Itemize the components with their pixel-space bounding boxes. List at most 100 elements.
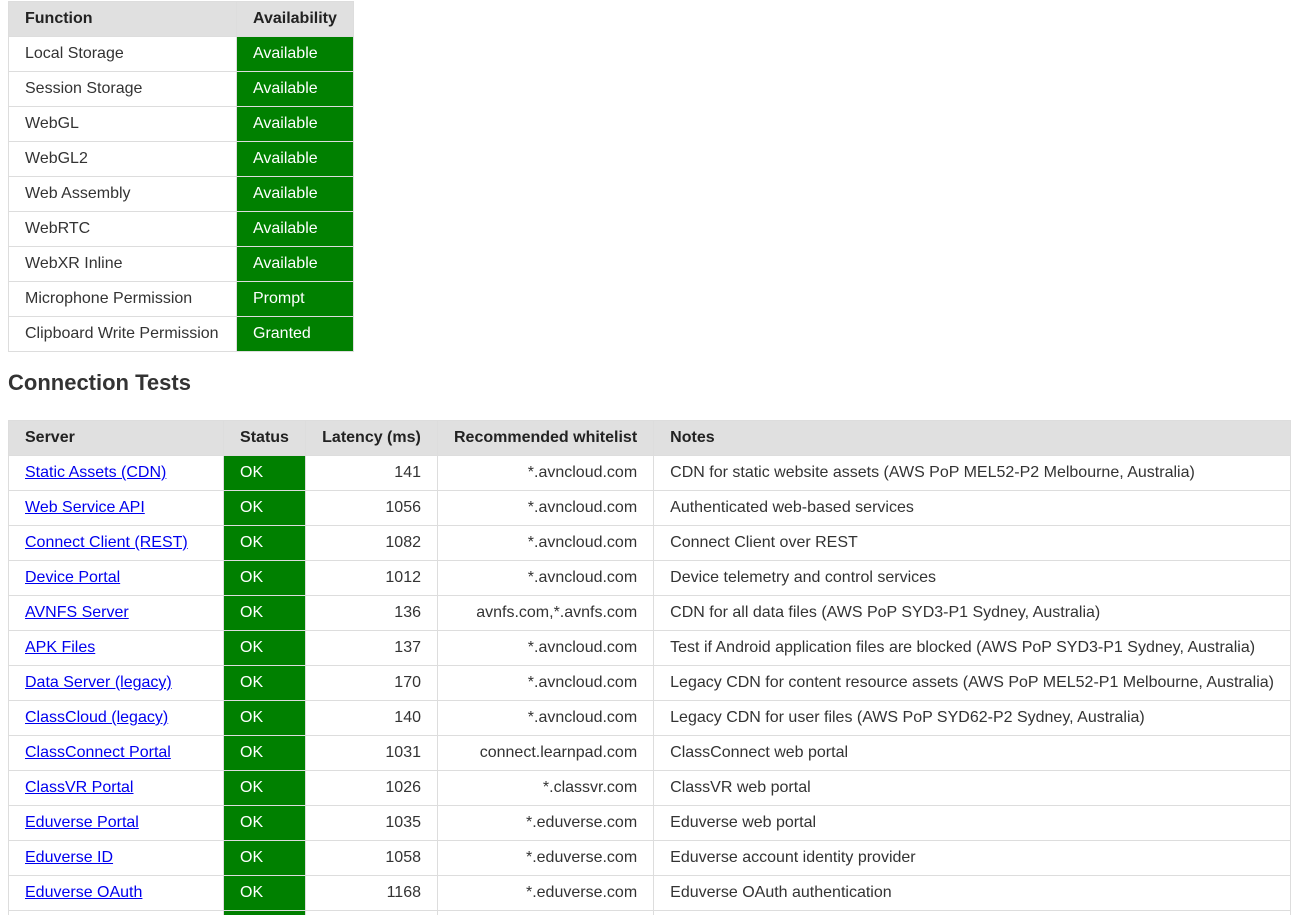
function-name: Microphone Permission <box>8 281 237 317</box>
latency-value: 1082 <box>305 525 438 561</box>
function-name: WebRTC <box>8 211 237 247</box>
server-link-avnfs-server[interactable]: AVNFS Server <box>25 604 129 621</box>
server-cell: ClassVR Portal <box>8 770 224 806</box>
function-row: Web Assembly Available <box>8 176 354 212</box>
status-badge: OK <box>223 840 306 876</box>
server-cell: Connect Client (REST) <box>8 525 224 561</box>
server-link-static-assets-cdn[interactable]: Static Assets (CDN) <box>25 464 166 481</box>
server-cell: ClassCloud (legacy) <box>8 700 224 736</box>
status-badge: OK <box>223 665 306 701</box>
availability-status: Available <box>236 141 354 177</box>
server-cell: Device Portal <box>8 560 224 596</box>
whitelist-value: *.avncloud.com <box>436 665 655 701</box>
latency-value: 1058 <box>305 840 438 876</box>
whitelist-value: *.avncloud.com <box>436 700 655 736</box>
connection-row-classconnect-portal: ClassConnect Portal OK 1031 connect.learnpa… <box>8 735 1292 771</box>
status-badge: OK <box>223 630 306 666</box>
availability-status: Available <box>236 211 354 247</box>
connection-row-apk-files: APK Files OK 137 *.avncloud.com Test if Andr… <box>8 630 1292 666</box>
availability-status: Prompt <box>236 281 354 317</box>
server-link-eduverse-oauth[interactable]: Eduverse OAuth <box>25 884 142 901</box>
server-link-device-portal[interactable]: Device Portal <box>25 569 120 586</box>
connection-row-static-assets-cdn: Static Assets (CDN) OK 141 *.avncloud.com CD… <box>8 455 1292 491</box>
notes-text: CDN for static website assets (AWS PoP M… <box>653 455 1292 491</box>
server-link-classvr-portal[interactable]: ClassVR Portal <box>25 779 133 796</box>
function-name: WebGL <box>8 106 237 142</box>
notes-text: Eduverse web portal <box>653 805 1292 841</box>
server-link-web-service-api[interactable]: Web Service API <box>25 499 145 516</box>
notes-text: ClassConnect web portal <box>653 735 1292 771</box>
connection-row-web-service-api: Web Service API OK 1056 *.avncloud.com Authe… <box>8 490 1292 526</box>
latency-value: 1026 <box>305 770 438 806</box>
availability-status: Available <box>236 246 354 282</box>
server-cell: ClassConnect Portal <box>8 735 224 771</box>
status-badge: OK <box>223 560 306 596</box>
function-row: WebRTC Available <box>8 211 354 247</box>
availability-column-header: Availability <box>236 1 354 37</box>
connection-row-classcloud-legacy: ClassCloud (legacy) OK 140 *.avncloud.com Le… <box>8 700 1292 736</box>
function-table-header-row: Function Availability <box>8 1 354 37</box>
latency-value: 170 <box>305 665 438 701</box>
whitelist-value: *.avncloud.com <box>436 525 655 561</box>
notes-text: Legacy CDN for content resource assets (… <box>653 665 1292 701</box>
empty-cell <box>305 910 438 915</box>
notes-text: Eduverse account identity provider <box>653 840 1292 876</box>
notes-text: Device telemetry and control services <box>653 560 1292 596</box>
server-cell: Data Server (legacy) <box>8 665 224 701</box>
whitelist-value: *.eduverse.com <box>436 840 655 876</box>
connection-row-eduverse-oauth: Eduverse OAuth OK 1168 *.eduverse.com Eduver… <box>8 875 1292 911</box>
status-badge: OK <box>223 805 306 841</box>
function-name: WebXR Inline <box>8 246 237 282</box>
function-name: Local Storage <box>8 36 237 72</box>
status-column-header: Status <box>223 420 306 456</box>
function-row: WebGL2 Available <box>8 141 354 177</box>
whitelist-column-header: Recommended whitelist <box>436 420 655 456</box>
status-badge: OK <box>223 455 306 491</box>
status-badge: OK <box>223 770 306 806</box>
latency-value: 141 <box>305 455 438 491</box>
latency-column-header: Latency (ms) <box>305 420 438 456</box>
status-badge: OK <box>223 875 306 911</box>
server-cell: Eduverse OAuth <box>8 875 224 911</box>
latency-value: 137 <box>305 630 438 666</box>
server-cell: Eduverse ID <box>8 840 224 876</box>
server-column-header: Server <box>8 420 224 456</box>
latency-value: 1168 <box>305 875 438 911</box>
notes-text: Connect Client over REST <box>653 525 1292 561</box>
connection-tests-heading: Connection Tests <box>8 370 191 395</box>
availability-status: Available <box>236 71 354 107</box>
notes-text: CDN for all data files (AWS PoP SYD3-P1 … <box>653 595 1292 631</box>
empty-cell <box>8 910 224 915</box>
server-link-classconnect-portal[interactable]: ClassConnect Portal <box>25 744 171 761</box>
latency-value: 1035 <box>305 805 438 841</box>
function-row: Microphone Permission Prompt <box>8 281 354 317</box>
server-cell: AVNFS Server <box>8 595 224 631</box>
whitelist-value: *.avncloud.com <box>436 490 655 526</box>
status-badge: OK <box>223 700 306 736</box>
whitelist-value: connect.learnpad.com <box>436 735 655 771</box>
whitelist-value: *.eduverse.com <box>436 875 655 911</box>
server-cell: Static Assets (CDN) <box>8 455 224 491</box>
latency-value: 140 <box>305 700 438 736</box>
connection-row-eduverse-id: Eduverse ID OK 1058 *.eduverse.com Eduverse … <box>8 840 1292 876</box>
server-link-apk-files[interactable]: APK Files <box>25 639 95 656</box>
notes-text: Eduverse OAuth authentication <box>653 875 1292 911</box>
function-name: Session Storage <box>8 71 237 107</box>
empty-cell <box>436 910 655 915</box>
server-link-eduverse-portal[interactable]: Eduverse Portal <box>25 814 139 831</box>
availability-status: Granted <box>236 316 354 352</box>
server-link-classcloud-legacy[interactable]: ClassCloud (legacy) <box>25 709 168 726</box>
whitelist-value: *.eduverse.com <box>436 805 655 841</box>
whitelist-value: avnfs.com,*.avnfs.com <box>436 595 655 631</box>
latency-value: 136 <box>305 595 438 631</box>
connection-table-body: Static Assets (CDN) OK 141 *.avncloud.com CD… <box>8 455 1292 915</box>
connection-tests-table: Server Status Latency (ms) Recommended w… <box>8 420 1292 915</box>
server-link-connect-client-rest[interactable]: Connect Client (REST) <box>25 534 188 551</box>
function-row: Local Storage Available <box>8 36 354 72</box>
function-column-header: Function <box>8 1 237 37</box>
server-link-data-server-legacy[interactable]: Data Server (legacy) <box>25 674 172 691</box>
connection-table-header-row: Server Status Latency (ms) Recommended w… <box>8 420 1292 456</box>
notes-column-header: Notes <box>653 420 1292 456</box>
server-link-eduverse-id[interactable]: Eduverse ID <box>25 849 113 866</box>
connection-row-device-portal: Device Portal OK 1012 *.avncloud.com Device … <box>8 560 1292 596</box>
